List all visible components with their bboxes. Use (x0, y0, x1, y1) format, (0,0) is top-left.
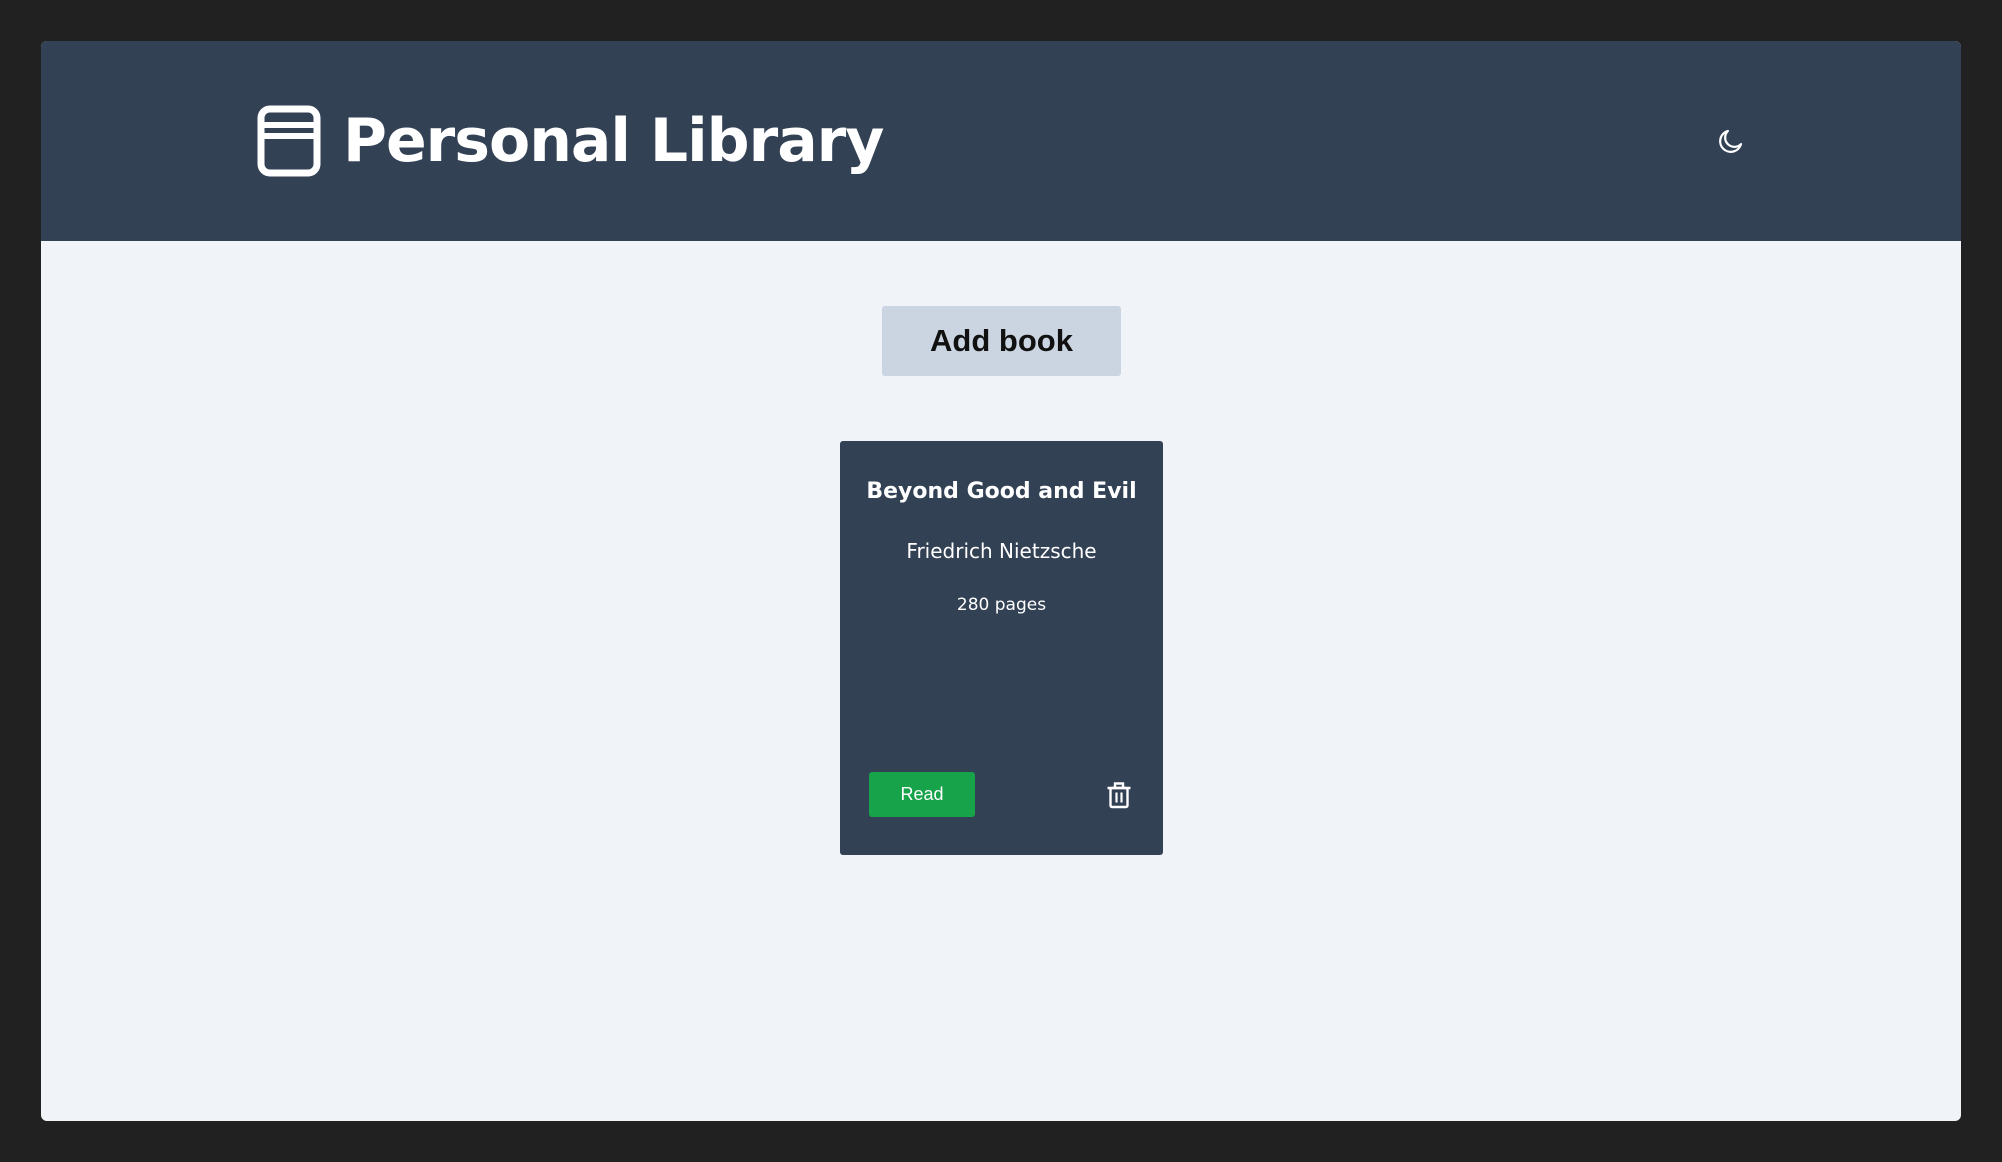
book-title: Beyond Good and Evil (866, 479, 1137, 504)
page-title: Personal Library (343, 106, 884, 176)
book-icon (257, 105, 321, 177)
delete-book-button[interactable] (1104, 779, 1134, 811)
book-author: Friedrich Nietzsche (906, 539, 1097, 563)
app-header: Personal Library (41, 41, 1961, 241)
trash-icon (1107, 782, 1131, 809)
read-status-button[interactable]: Read (869, 772, 975, 817)
book-pages: 280 pages (956, 595, 1047, 615)
app-window: Personal Library Add book Beyond Good an… (41, 41, 1961, 1121)
book-card: Beyond Good and Evil Friedrich Nietzsche… (840, 441, 1163, 855)
add-book-button[interactable]: Add book (882, 306, 1121, 376)
moon-icon (1719, 129, 1743, 153)
theme-toggle-button[interactable] (1711, 121, 1751, 161)
app-logo: Personal Library (257, 105, 884, 177)
